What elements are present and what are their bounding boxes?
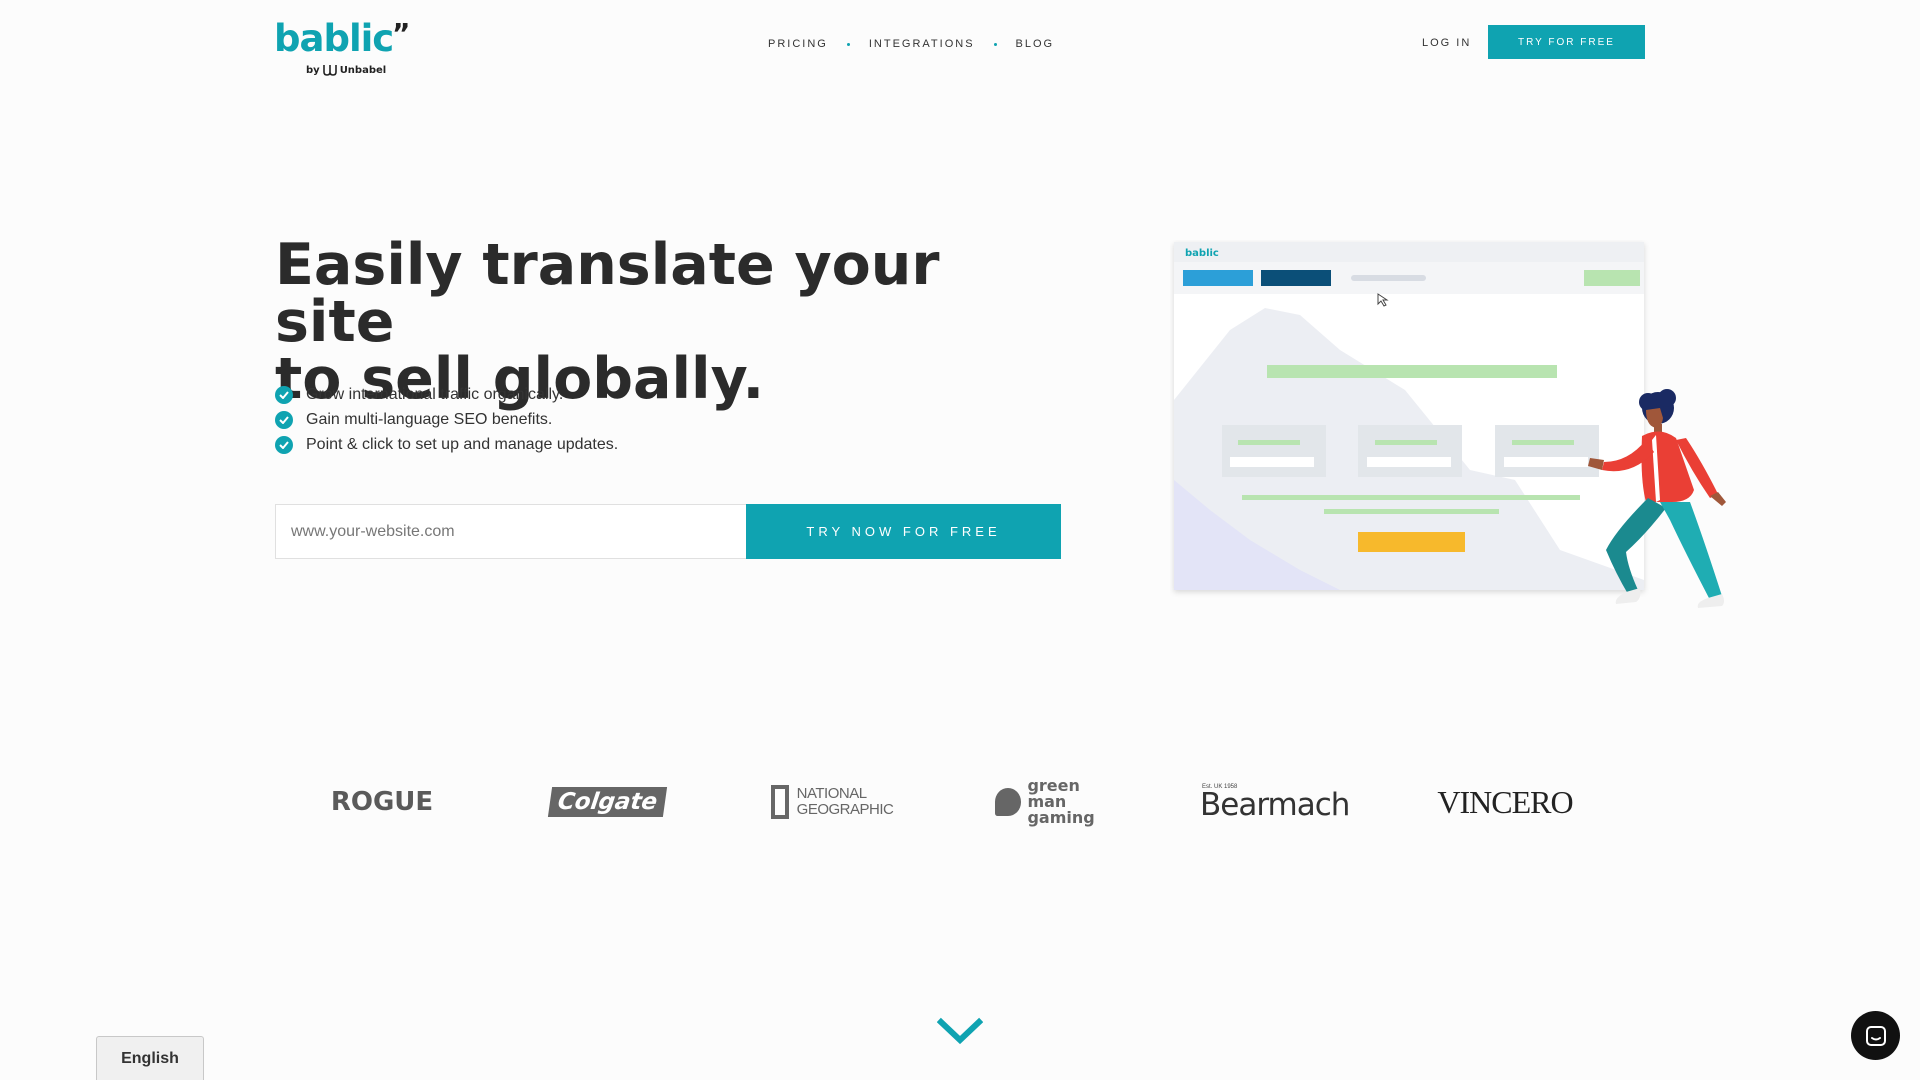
- benefit-text: Point & click to set up and manage updat…: [306, 435, 619, 453]
- logo-partner-text: Unbabel: [339, 64, 387, 76]
- client-logos: ROGUE Colgate NATIONAL GEOGRAPHIC green …: [300, 772, 1600, 832]
- logo-byline: by Unbabel: [306, 64, 386, 76]
- language-selector[interactable]: English: [96, 1036, 204, 1080]
- url-signup-form: TRY NOW FOR FREE: [275, 504, 1061, 559]
- logo-quote-mark: ”: [392, 17, 411, 50]
- green-man-gaming-logo: green man gaming: [995, 772, 1119, 832]
- unbabel-icon: [322, 65, 337, 76]
- check-circle-icon: [275, 435, 293, 454]
- logo-wordmark: bablic: [274, 17, 394, 60]
- window-logo: bablic: [1185, 248, 1219, 259]
- chevron-down-icon[interactable]: [937, 1016, 983, 1046]
- benefits-list: Grow international traffic organically. …: [275, 382, 618, 457]
- chat-icon: [1865, 1025, 1886, 1046]
- nav-separator-dot: [993, 42, 997, 46]
- nav-integrations[interactable]: INTEGRATIONS: [869, 38, 975, 50]
- yellow-frame-icon: [770, 785, 789, 819]
- logo-by-text: by: [306, 64, 320, 76]
- website-url-input[interactable]: [275, 504, 746, 559]
- benefit-item: Grow international traffic organically.: [275, 382, 618, 407]
- check-circle-icon: [275, 385, 293, 404]
- try-now-button[interactable]: TRY NOW FOR FREE: [746, 504, 1061, 559]
- check-circle-icon: [275, 410, 293, 429]
- rogue-logo: ROGUE: [330, 787, 434, 817]
- login-link[interactable]: LOG IN: [1422, 37, 1471, 49]
- benefit-text: Grow international traffic organically.: [306, 385, 564, 403]
- bearmach-logo: Est. UK 1958 Bearmach: [1200, 784, 1350, 823]
- nav-blog[interactable]: BLOG: [1016, 38, 1055, 50]
- colgate-logo: Colgate: [548, 772, 668, 832]
- benefit-item: Point & click to set up and manage updat…: [275, 432, 618, 457]
- headline-line-1: Easily translate your site: [275, 232, 940, 355]
- chat-launcher-button[interactable]: [1851, 1011, 1900, 1060]
- benefit-text: Gain multi-language SEO benefits.: [306, 410, 553, 428]
- benefit-item: Gain multi-language SEO benefits.: [275, 407, 618, 432]
- nav-separator-dot: [846, 42, 850, 46]
- main-nav: PRICING INTEGRATIONS BLOG: [768, 36, 1054, 52]
- national-geographic-logo: NATIONAL GEOGRAPHIC: [770, 772, 894, 832]
- hero-illustration: bablic: [1174, 242, 1726, 608]
- gmg-head-icon: [995, 788, 1022, 816]
- vincero-logo: VINCERO: [1437, 783, 1573, 820]
- nav-pricing[interactable]: PRICING: [768, 38, 828, 50]
- try-for-free-button[interactable]: TRY FOR FREE: [1488, 25, 1645, 59]
- bablic-logo[interactable]: bablic ” by Unbabel: [274, 20, 414, 82]
